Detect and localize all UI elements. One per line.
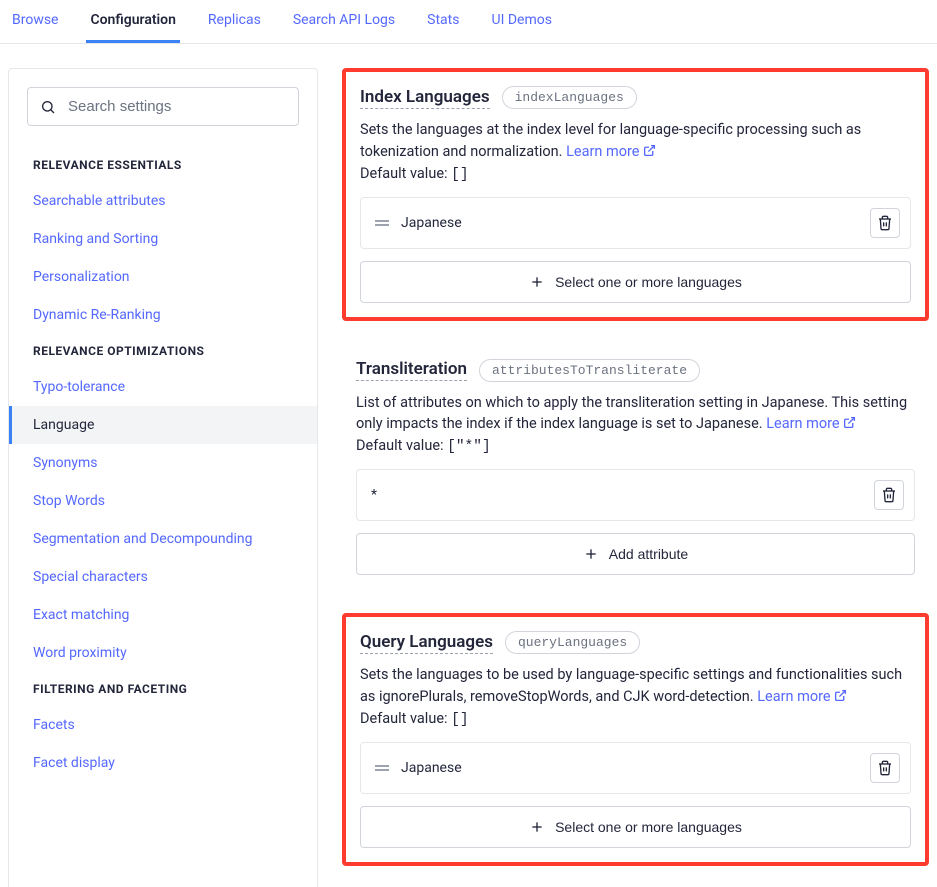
trash-icon	[877, 760, 893, 776]
setting-title-query-languages: Query Languages	[360, 632, 493, 654]
plus-icon	[529, 819, 545, 835]
plus-icon	[583, 546, 599, 562]
sidebar-item-facet-display[interactable]: Facet display	[9, 744, 317, 782]
value-row-index-languages: Japanese	[360, 197, 911, 249]
setting-code-query-languages: queryLanguages	[505, 631, 640, 654]
tab-ui-demos[interactable]: UI Demos	[487, 0, 555, 43]
value-row-query-languages: Japanese	[360, 742, 911, 794]
external-link-icon	[643, 144, 656, 157]
tab-stats[interactable]: Stats	[423, 0, 463, 43]
default-value-transliteration: Default value: ["*"]	[356, 437, 915, 455]
settings-sidebar: RELEVANCE ESSENTIALS Searchable attribut…	[8, 68, 318, 887]
value-text: *	[371, 487, 862, 503]
search-settings-box[interactable]	[27, 87, 299, 126]
search-input[interactable]	[68, 98, 286, 115]
setting-transliteration: Transliteration attributesToTransliterat…	[342, 345, 929, 590]
search-icon	[40, 99, 56, 115]
setting-title-transliteration: Transliteration	[356, 359, 467, 381]
setting-code-transliteration: attributesToTransliterate	[479, 359, 700, 382]
tab-configuration[interactable]: Configuration	[86, 0, 179, 43]
add-language-button[interactable]: Select one or more languages	[360, 806, 911, 848]
drag-handle-icon[interactable]	[375, 765, 389, 771]
trash-icon	[881, 487, 897, 503]
default-value-index-languages: Default value: []	[360, 165, 911, 183]
setting-title-index-languages: Index Languages	[360, 87, 490, 109]
tab-replicas[interactable]: Replicas	[204, 0, 265, 43]
learn-more-link[interactable]: Learn more	[566, 143, 656, 160]
delete-button[interactable]	[874, 480, 904, 510]
sidebar-item-facets[interactable]: Facets	[9, 706, 317, 744]
plus-icon	[529, 274, 545, 290]
sidebar-item-searchable-attributes[interactable]: Searchable attributes	[9, 182, 317, 220]
tab-search-api-logs[interactable]: Search API Logs	[289, 0, 399, 43]
delete-button[interactable]	[870, 753, 900, 783]
tab-browse[interactable]: Browse	[8, 0, 62, 43]
drag-handle-icon[interactable]	[375, 220, 389, 226]
setting-query-languages: Query Languages queryLanguages Sets the …	[342, 613, 929, 866]
settings-content: Index Languages indexLanguages Sets the …	[318, 68, 929, 887]
value-row-transliteration: *	[356, 469, 915, 521]
external-link-icon	[843, 416, 856, 429]
sidebar-item-exact-matching[interactable]: Exact matching	[9, 596, 317, 634]
learn-more-link[interactable]: Learn more	[766, 415, 856, 432]
sidebar-item-synonyms[interactable]: Synonyms	[9, 444, 317, 482]
sidebar-item-special-characters[interactable]: Special characters	[9, 558, 317, 596]
setting-desc-index-languages: Sets the languages at the index level fo…	[360, 119, 911, 163]
setting-code-index-languages: indexLanguages	[502, 86, 637, 109]
trash-icon	[877, 215, 893, 231]
sidebar-item-dynamic-reranking[interactable]: Dynamic Re-Ranking	[9, 296, 317, 334]
delete-button[interactable]	[870, 208, 900, 238]
sidebar-item-personalization[interactable]: Personalization	[9, 258, 317, 296]
learn-more-link[interactable]: Learn more	[757, 688, 847, 705]
value-text: Japanese	[401, 215, 858, 231]
sidebar-item-word-proximity[interactable]: Word proximity	[9, 634, 317, 672]
setting-index-languages: Index Languages indexLanguages Sets the …	[342, 68, 929, 321]
value-text: Japanese	[401, 760, 858, 776]
sidebar-item-segmentation[interactable]: Segmentation and Decompounding	[9, 520, 317, 558]
sidebar-item-stop-words[interactable]: Stop Words	[9, 482, 317, 520]
top-tabs: Browse Configuration Replicas Search API…	[0, 0, 937, 44]
setting-desc-query-languages: Sets the languages to be used by languag…	[360, 664, 911, 708]
section-relevance-optimizations: RELEVANCE OPTIMIZATIONS	[9, 334, 317, 368]
section-filtering-faceting: FILTERING AND FACETING	[9, 672, 317, 706]
sidebar-item-language[interactable]: Language	[9, 406, 317, 444]
section-relevance-essentials: RELEVANCE ESSENTIALS	[9, 148, 317, 182]
setting-desc-transliteration: List of attributes on which to apply the…	[356, 392, 915, 436]
add-language-button[interactable]: Select one or more languages	[360, 261, 911, 303]
sidebar-item-typo-tolerance[interactable]: Typo-tolerance	[9, 368, 317, 406]
default-value-query-languages: Default value: []	[360, 710, 911, 728]
sidebar-item-ranking-sorting[interactable]: Ranking and Sorting	[9, 220, 317, 258]
external-link-icon	[834, 689, 847, 702]
add-attribute-button[interactable]: Add attribute	[356, 533, 915, 575]
